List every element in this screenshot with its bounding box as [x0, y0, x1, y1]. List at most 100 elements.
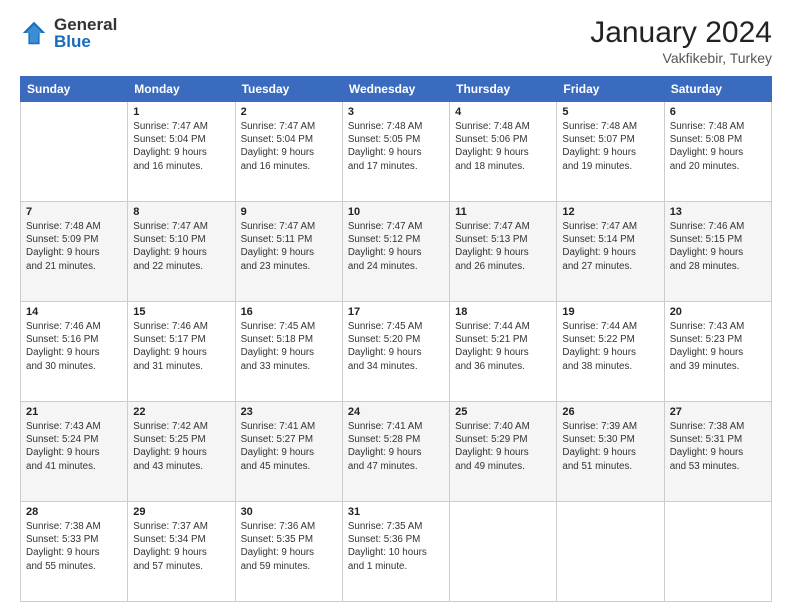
calendar-cell: 28 Sunrise: 7:38 AM Sunset: 5:33 PM Dayli…: [21, 502, 128, 602]
day-info: Sunrise: 7:35 AM Sunset: 5:36 PM Dayligh…: [348, 520, 444, 573]
calendar-header-row: SundayMondayTuesdayWednesdayThursdayFrid…: [21, 77, 772, 102]
calendar-cell: 7 Sunrise: 7:48 AM Sunset: 5:09 PM Daylig…: [21, 202, 128, 302]
day-number: 3: [348, 106, 444, 118]
day-info: Sunrise: 7:47 AM Sunset: 5:04 PM Dayligh…: [133, 120, 229, 173]
calendar-table: SundayMondayTuesdayWednesdayThursdayFrid…: [20, 76, 772, 602]
calendar-cell: 14 Sunrise: 7:46 AM Sunset: 5:16 PM Dayli…: [21, 302, 128, 402]
calendar-cell: 21Sunrise: 7:43 AM Sunset: 5:24 PM Dayli…: [21, 402, 128, 502]
calendar-cell: 30Sunrise: 7:36 AM Sunset: 5:35 PM Dayli…: [235, 502, 342, 602]
day-info: Sunrise: 7:44 AM Sunset: 5:22 PM Dayligh…: [562, 320, 658, 373]
day-number: 14: [26, 306, 122, 318]
calendar-week-3: 14 Sunrise: 7:46 AM Sunset: 5:16 PM Dayli…: [21, 302, 772, 402]
day-number: 4: [455, 106, 551, 118]
calendar-cell: 26 Sunrise: 7:39 AM Sunset: 5:30 PM Dayli…: [557, 402, 664, 502]
day-info: Sunrise: 7:46 AM Sunset: 5:17 PM Dayligh…: [133, 320, 229, 373]
day-info: Sunrise: 7:42 AM Sunset: 5:25 PM Dayligh…: [133, 420, 229, 473]
day-number: 27: [670, 406, 766, 418]
calendar-cell: 8 Sunrise: 7:47 AM Sunset: 5:10 PM Daylig…: [128, 202, 235, 302]
calendar-body: 1 Sunrise: 7:47 AM Sunset: 5:04 PM Daylig…: [21, 102, 772, 602]
day-info: Sunrise: 7:47 AM Sunset: 5:14 PM Dayligh…: [562, 220, 658, 273]
day-info: Sunrise: 7:47 AM Sunset: 5:10 PM Dayligh…: [133, 220, 229, 273]
day-info: Sunrise: 7:48 AM Sunset: 5:09 PM Dayligh…: [26, 220, 122, 273]
day-number: 20: [670, 306, 766, 318]
calendar-week-4: 21Sunrise: 7:43 AM Sunset: 5:24 PM Dayli…: [21, 402, 772, 502]
day-info: Sunrise: 7:47 AM Sunset: 5:12 PM Dayligh…: [348, 220, 444, 273]
day-number: 26: [562, 406, 658, 418]
day-number: 9: [241, 206, 337, 218]
calendar-cell: 10 Sunrise: 7:47 AM Sunset: 5:12 PM Dayli…: [342, 202, 449, 302]
logo-general: General: [54, 16, 117, 33]
calendar-cell: 22 Sunrise: 7:42 AM Sunset: 5:25 PM Dayli…: [128, 402, 235, 502]
logo-icon: [20, 19, 48, 47]
day-number: 30: [241, 506, 337, 518]
calendar-cell: 2Sunrise: 7:47 AM Sunset: 5:04 PM Daylig…: [235, 102, 342, 202]
calendar-cell: 6 Sunrise: 7:48 AM Sunset: 5:08 PM Daylig…: [664, 102, 771, 202]
calendar-cell: 18 Sunrise: 7:44 AM Sunset: 5:21 PM Dayli…: [450, 302, 557, 402]
col-header-sunday: Sunday: [21, 77, 128, 102]
day-number: 12: [562, 206, 658, 218]
calendar-cell: 11 Sunrise: 7:47 AM Sunset: 5:13 PM Dayli…: [450, 202, 557, 302]
calendar-cell: 31Sunrise: 7:35 AM Sunset: 5:36 PM Dayli…: [342, 502, 449, 602]
cal-title: January 2024: [590, 16, 772, 50]
calendar-cell: 13 Sunrise: 7:46 AM Sunset: 5:15 PM Dayli…: [664, 202, 771, 302]
calendar-cell: 16Sunrise: 7:45 AM Sunset: 5:18 PM Dayli…: [235, 302, 342, 402]
day-number: 18: [455, 306, 551, 318]
calendar-cell: [450, 502, 557, 602]
day-info: Sunrise: 7:45 AM Sunset: 5:20 PM Dayligh…: [348, 320, 444, 373]
cal-subtitle: Vakfikebir, Turkey: [590, 50, 772, 66]
logo-text: General Blue: [54, 16, 117, 50]
calendar-week-1: 1 Sunrise: 7:47 AM Sunset: 5:04 PM Daylig…: [21, 102, 772, 202]
day-number: 29: [133, 506, 229, 518]
day-info: Sunrise: 7:38 AM Sunset: 5:33 PM Dayligh…: [26, 520, 122, 573]
col-header-wednesday: Wednesday: [342, 77, 449, 102]
calendar-cell: [21, 102, 128, 202]
calendar-cell: 25Sunrise: 7:40 AM Sunset: 5:29 PM Dayli…: [450, 402, 557, 502]
title-block: January 2024 Vakfikebir, Turkey: [590, 16, 772, 66]
day-number: 8: [133, 206, 229, 218]
day-info: Sunrise: 7:38 AM Sunset: 5:31 PM Dayligh…: [670, 420, 766, 473]
day-info: Sunrise: 7:44 AM Sunset: 5:21 PM Dayligh…: [455, 320, 551, 373]
calendar-cell: 24 Sunrise: 7:41 AM Sunset: 5:28 PM Dayli…: [342, 402, 449, 502]
day-info: Sunrise: 7:46 AM Sunset: 5:15 PM Dayligh…: [670, 220, 766, 273]
logo: General Blue: [20, 16, 117, 50]
calendar-cell: 12 Sunrise: 7:47 AM Sunset: 5:14 PM Dayli…: [557, 202, 664, 302]
day-number: 15: [133, 306, 229, 318]
col-header-monday: Monday: [128, 77, 235, 102]
day-info: Sunrise: 7:46 AM Sunset: 5:16 PM Dayligh…: [26, 320, 122, 373]
calendar-cell: 5Sunrise: 7:48 AM Sunset: 5:07 PM Daylig…: [557, 102, 664, 202]
day-info: Sunrise: 7:43 AM Sunset: 5:23 PM Dayligh…: [670, 320, 766, 373]
day-number: 5: [562, 106, 658, 118]
day-info: Sunrise: 7:39 AM Sunset: 5:30 PM Dayligh…: [562, 420, 658, 473]
day-number: 7: [26, 206, 122, 218]
day-number: 22: [133, 406, 229, 418]
day-number: 6: [670, 106, 766, 118]
day-info: Sunrise: 7:47 AM Sunset: 5:13 PM Dayligh…: [455, 220, 551, 273]
day-number: 13: [670, 206, 766, 218]
col-header-thursday: Thursday: [450, 77, 557, 102]
day-number: 28: [26, 506, 122, 518]
calendar-cell: 20 Sunrise: 7:43 AM Sunset: 5:23 PM Dayli…: [664, 302, 771, 402]
day-info: Sunrise: 7:41 AM Sunset: 5:28 PM Dayligh…: [348, 420, 444, 473]
day-info: Sunrise: 7:40 AM Sunset: 5:29 PM Dayligh…: [455, 420, 551, 473]
day-info: Sunrise: 7:41 AM Sunset: 5:27 PM Dayligh…: [241, 420, 337, 473]
day-info: Sunrise: 7:48 AM Sunset: 5:08 PM Dayligh…: [670, 120, 766, 173]
day-number: 24: [348, 406, 444, 418]
calendar-cell: 1 Sunrise: 7:47 AM Sunset: 5:04 PM Daylig…: [128, 102, 235, 202]
day-number: 11: [455, 206, 551, 218]
day-number: 2: [241, 106, 337, 118]
col-header-tuesday: Tuesday: [235, 77, 342, 102]
day-number: 1: [133, 106, 229, 118]
day-number: 17: [348, 306, 444, 318]
day-number: 19: [562, 306, 658, 318]
page: General Blue January 2024 Vakfikebir, Tu…: [0, 0, 792, 612]
calendar-cell: [664, 502, 771, 602]
day-number: 10: [348, 206, 444, 218]
calendar-cell: [557, 502, 664, 602]
calendar-cell: 19 Sunrise: 7:44 AM Sunset: 5:22 PM Dayli…: [557, 302, 664, 402]
day-info: Sunrise: 7:47 AM Sunset: 5:11 PM Dayligh…: [241, 220, 337, 273]
calendar-cell: 17 Sunrise: 7:45 AM Sunset: 5:20 PM Dayli…: [342, 302, 449, 402]
calendar-cell: 15 Sunrise: 7:46 AM Sunset: 5:17 PM Dayli…: [128, 302, 235, 402]
day-info: Sunrise: 7:45 AM Sunset: 5:18 PM Dayligh…: [241, 320, 337, 373]
col-header-friday: Friday: [557, 77, 664, 102]
calendar-cell: 4Sunrise: 7:48 AM Sunset: 5:06 PM Daylig…: [450, 102, 557, 202]
